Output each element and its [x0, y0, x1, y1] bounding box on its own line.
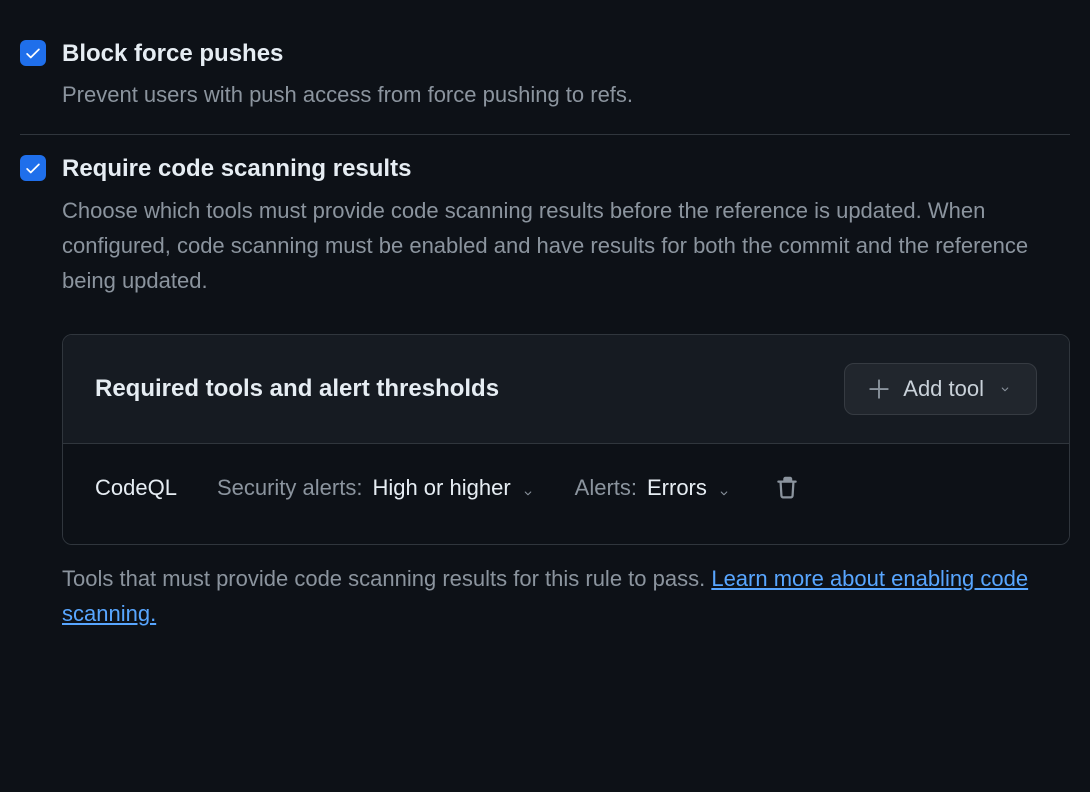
- require-code-scanning-title: Require code scanning results: [62, 153, 1070, 184]
- tool-row: CodeQL Security alerts: High or higher A…: [95, 472, 1037, 504]
- security-alerts-value: High or higher: [372, 475, 510, 501]
- setting-block-force-pushes: Block force pushes Prevent users with pu…: [20, 20, 1070, 134]
- add-tool-label: Add tool: [903, 376, 984, 402]
- block-force-pushes-description: Prevent users with push access from forc…: [62, 77, 1070, 112]
- require-code-scanning-checkbox[interactable]: [20, 155, 46, 181]
- caret-down-icon: [521, 482, 535, 500]
- setting-require-code-scanning: Require code scanning results Choose whi…: [20, 135, 1070, 653]
- security-alerts-label: Security alerts:: [217, 475, 363, 501]
- block-force-pushes-content: Block force pushes Prevent users with pu…: [62, 38, 1070, 112]
- check-icon: [24, 44, 42, 62]
- required-tools-panel: Required tools and alert thresholds Add …: [62, 334, 1070, 545]
- trash-icon: [775, 476, 799, 500]
- add-tool-button[interactable]: Add tool: [844, 363, 1037, 415]
- alerts-value: Errors: [647, 475, 707, 501]
- required-tools-footer: Tools that must provide code scanning re…: [62, 561, 1070, 631]
- alerts-label: Alerts:: [575, 475, 637, 501]
- caret-down-icon: [998, 382, 1012, 396]
- block-force-pushes-checkbox[interactable]: [20, 40, 46, 66]
- check-icon: [24, 159, 42, 177]
- alerts-dropdown[interactable]: Alerts: Errors: [575, 475, 731, 501]
- delete-tool-button[interactable]: [771, 472, 803, 504]
- required-tools-panel-title: Required tools and alert thresholds: [95, 375, 499, 403]
- caret-down-icon: [717, 482, 731, 500]
- require-code-scanning-description: Choose which tools must provide code sca…: [62, 193, 1070, 299]
- required-tools-panel-header: Required tools and alert thresholds Add …: [63, 335, 1069, 444]
- security-alerts-dropdown[interactable]: Security alerts: High or higher: [217, 475, 535, 501]
- required-tools-panel-body: CodeQL Security alerts: High or higher A…: [63, 444, 1069, 544]
- tool-name: CodeQL: [95, 475, 177, 501]
- plus-icon: [869, 379, 889, 399]
- block-force-pushes-title: Block force pushes: [62, 38, 1070, 69]
- require-code-scanning-content: Require code scanning results Choose whi…: [62, 153, 1070, 631]
- footer-text: Tools that must provide code scanning re…: [62, 566, 711, 591]
